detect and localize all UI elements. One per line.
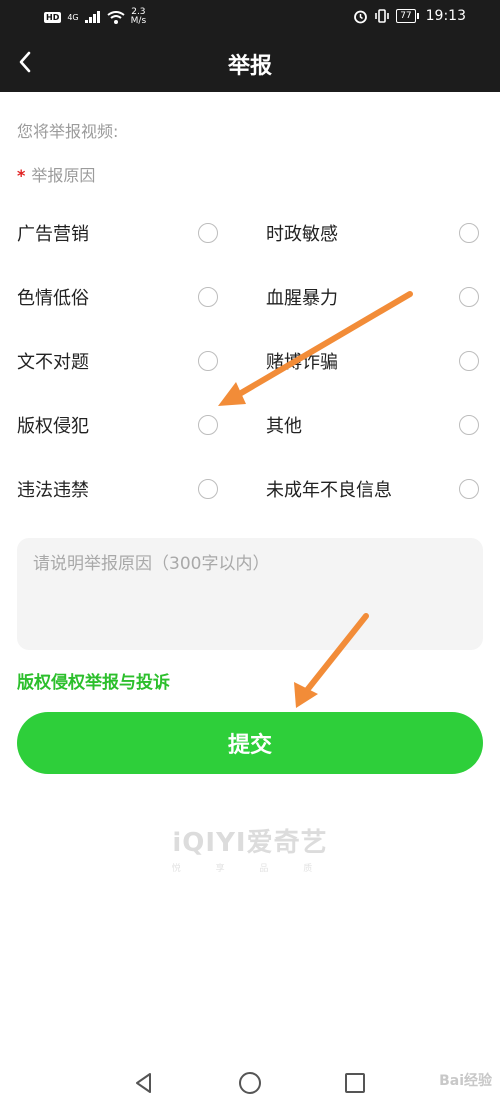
radio-button[interactable] <box>198 223 218 243</box>
iqiyi-logo: iQIYI爱奇艺 悦 享 品 质 <box>0 822 500 874</box>
option-pornographic[interactable]: 色情低俗 <box>17 282 227 312</box>
submit-button[interactable]: 提交 <box>17 712 483 774</box>
system-recents-button[interactable] <box>342 1070 368 1096</box>
wifi-icon <box>107 10 125 24</box>
alarm-icon <box>354 10 368 23</box>
report-reason-title: * 举报原因 <box>17 162 95 186</box>
network-speed: 2.3 M/s <box>131 8 147 26</box>
option-minor-harm[interactable]: 未成年不良信息 <box>266 474 486 504</box>
description-field-container <box>17 538 483 650</box>
option-off-topic[interactable]: 文不对题 <box>17 346 227 376</box>
option-gambling-fraud[interactable]: 赌博诈骗 <box>266 346 486 376</box>
option-label: 文不对题 <box>17 352 89 373</box>
option-label: 时政敏感 <box>266 224 338 245</box>
option-label: 其他 <box>266 416 302 437</box>
option-illegal[interactable]: 违法违禁 <box>17 474 227 504</box>
page-title: 举报 <box>227 54 272 79</box>
required-mark: * <box>17 166 26 185</box>
radio-button[interactable] <box>198 415 218 435</box>
watermark: Bai经验 <box>439 1073 492 1089</box>
status-left: HD 4G 2.3 M/s <box>44 8 146 26</box>
option-political[interactable]: 时政敏感 <box>266 218 486 248</box>
radio-button[interactable] <box>198 479 218 499</box>
status-bar: HD 4G 2.3 M/s 77 19:13 <box>0 0 500 34</box>
option-ad-marketing[interactable]: 广告营销 <box>17 218 227 248</box>
option-label: 色情低俗 <box>17 288 89 309</box>
hd-badge: HD <box>44 11 62 23</box>
option-label: 未成年不良信息 <box>266 480 392 501</box>
option-label: 违法违禁 <box>17 480 89 501</box>
option-other[interactable]: 其他 <box>266 410 486 440</box>
signal-icon <box>84 11 100 23</box>
radio-button[interactable] <box>459 479 479 499</box>
logo-text: iQIYI爱奇艺 <box>172 828 328 858</box>
circle-home-icon <box>239 1072 261 1094</box>
option-violence[interactable]: 血腥暴力 <box>266 282 486 312</box>
square-recents-icon <box>345 1073 365 1093</box>
triangle-back-icon <box>136 1073 151 1093</box>
radio-button[interactable] <box>459 287 479 307</box>
speed-unit: M/s <box>130 16 147 26</box>
status-time: 19:13 <box>425 8 466 24</box>
option-label: 血腥暴力 <box>266 288 338 309</box>
battery-icon: 77 <box>396 9 420 23</box>
option-label: 版权侵犯 <box>17 416 89 437</box>
option-copyright[interactable]: 版权侵犯 <box>17 410 227 440</box>
radio-button[interactable] <box>198 287 218 307</box>
radio-button[interactable] <box>459 415 479 435</box>
reason-title-text: 举报原因 <box>31 166 96 185</box>
description-textarea[interactable] <box>17 538 483 650</box>
network-label: 4G <box>67 12 79 22</box>
option-label: 赌博诈骗 <box>266 352 338 373</box>
option-label: 广告营销 <box>17 224 89 245</box>
radio-button[interactable] <box>459 351 479 371</box>
header-bar: 举报 <box>0 34 500 92</box>
vibrate-icon <box>375 9 389 23</box>
system-navigation-bar <box>0 1050 500 1111</box>
radio-button[interactable] <box>198 351 218 371</box>
status-right: 77 19:13 <box>353 8 466 24</box>
report-target-label: 您将举报视频: <box>17 122 119 141</box>
radio-button[interactable] <box>459 223 479 243</box>
copyright-complaint-link[interactable]: 版权侵权举报与投诉 <box>17 668 170 693</box>
system-home-button[interactable] <box>237 1070 263 1096</box>
system-back-button[interactable] <box>131 1070 157 1096</box>
logo-tagline: 悦 享 品 质 <box>171 864 329 874</box>
